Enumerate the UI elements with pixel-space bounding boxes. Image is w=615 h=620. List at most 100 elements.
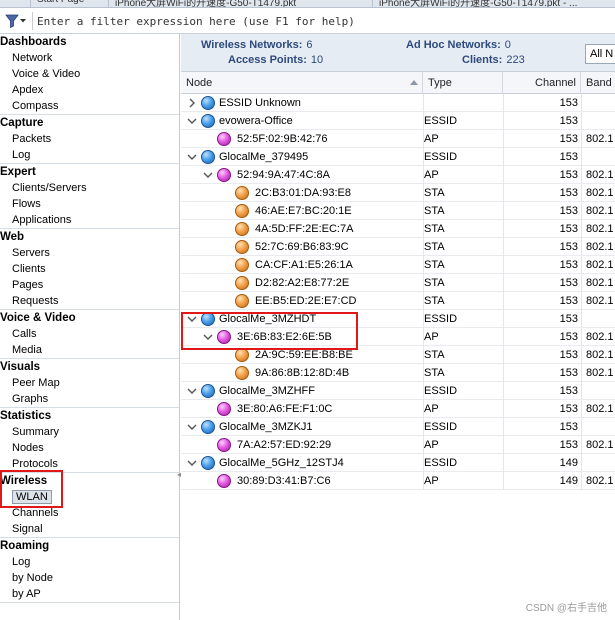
table-row[interactable]: ESSID Unknown 153 bbox=[181, 94, 615, 112]
column-header-channel[interactable]: Channel bbox=[503, 72, 581, 94]
table-row[interactable]: GlocalMe_5GHz_12STJ4 ESSID 149 bbox=[181, 454, 615, 472]
sidebar-item-nodes[interactable]: Nodes bbox=[0, 440, 179, 456]
all-networks-dropdown[interactable]: All N bbox=[585, 44, 615, 64]
table-row[interactable]: 30:89:D3:41:B7:C6 AP 149 802.1 bbox=[181, 472, 615, 490]
table-row[interactable]: D2:82:A2:E8:77:2E STA 153 802.1 bbox=[181, 274, 615, 292]
node-band: 802.1 bbox=[586, 259, 614, 271]
sidebar-item-packets[interactable]: Packets bbox=[0, 131, 179, 147]
filter-bar bbox=[0, 8, 615, 34]
sidebar-item-servers[interactable]: Servers bbox=[0, 245, 179, 261]
column-header-band[interactable]: Band bbox=[581, 72, 615, 94]
access-point-icon bbox=[217, 168, 231, 182]
node-band: 802.1 bbox=[586, 277, 614, 289]
column-divider bbox=[581, 328, 582, 346]
table-row[interactable]: GlocalMe_379495 ESSID 153 bbox=[181, 148, 615, 166]
clients-label: Clients: bbox=[462, 54, 503, 66]
table-row[interactable]: 46:AE:E7:BC:20:1E STA 153 802.1 bbox=[181, 202, 615, 220]
sidebar-item-apdex[interactable]: Apdex bbox=[0, 82, 179, 98]
access-point-icon bbox=[217, 438, 231, 452]
node-channel: 153 bbox=[559, 313, 578, 325]
tab-capture-file[interactable]: iPhone大屏WiFi的升速度-G50-T1479.pkt bbox=[108, 0, 296, 7]
table-row[interactable]: 4A:5D:FF:2E:EC:7A STA 153 802.1 bbox=[181, 220, 615, 238]
sidebar-item-flows[interactable]: Flows bbox=[0, 196, 179, 212]
node-band: 802.1 bbox=[586, 205, 614, 217]
column-divider bbox=[581, 454, 582, 472]
filter-menu-button[interactable] bbox=[2, 11, 30, 31]
sidebar-item-voice-video[interactable]: Voice & Video bbox=[0, 66, 179, 82]
column-header-node[interactable]: Node bbox=[181, 72, 423, 94]
sidebar-item-label: Calls bbox=[12, 328, 37, 340]
node-channel: 153 bbox=[559, 385, 578, 397]
node-channel: 149 bbox=[559, 475, 578, 487]
table-row[interactable]: 52:5F:02:9B:42:76 AP 153 802.1 bbox=[181, 130, 615, 148]
sidebar-item-clients-servers[interactable]: Clients/Servers bbox=[0, 180, 179, 196]
table-row[interactable]: 2C:B3:01:DA:93:E8 STA 153 802.1 bbox=[181, 184, 615, 202]
network-node-icon bbox=[201, 114, 215, 128]
sidebar-item-graphs[interactable]: Graphs bbox=[0, 391, 179, 407]
sidebar-item-label: Packets bbox=[12, 133, 52, 145]
sidebar-group-expert[interactable]: Expert bbox=[0, 164, 179, 180]
table-row[interactable]: GlocalMe_3MZKJ1 ESSID 153 bbox=[181, 418, 615, 436]
chevron-down-icon[interactable] bbox=[187, 152, 197, 162]
sidebar-item-media[interactable]: Media bbox=[0, 342, 179, 358]
sidebar-item-peer-map[interactable]: Peer Map bbox=[0, 375, 179, 391]
node-type: AP bbox=[424, 475, 439, 487]
table-row[interactable]: EE:B5:ED:2E:E7:CD STA 153 802.1 bbox=[181, 292, 615, 310]
sidebar-item-calls[interactable]: Calls bbox=[0, 326, 179, 342]
sidebar-item-log[interactable]: Log bbox=[0, 147, 179, 163]
sidebar-item-network[interactable]: Network bbox=[0, 50, 179, 66]
table-row[interactable]: evowera-Office ESSID 153 bbox=[181, 112, 615, 130]
column-divider bbox=[581, 256, 582, 274]
table-row[interactable]: CA:CF:A1:E5:26:1A STA 153 802.1 bbox=[181, 256, 615, 274]
sidebar-group-roaming[interactable]: Roaming bbox=[0, 538, 179, 554]
chevron-down-icon[interactable] bbox=[187, 386, 197, 396]
sidebar-item-compass[interactable]: Compass bbox=[0, 98, 179, 114]
sidebar-group-voice-video[interactable]: Voice & Video bbox=[0, 310, 179, 326]
node-type: ESSID bbox=[424, 115, 458, 127]
sidebar-group-capture[interactable]: Capture bbox=[0, 115, 179, 131]
sidebar-group-web[interactable]: Web bbox=[0, 229, 179, 245]
sidebar-item-label: Media bbox=[12, 344, 42, 356]
node-name: 30:89:D3:41:B7:C6 bbox=[237, 475, 331, 487]
chevron-down-icon[interactable] bbox=[187, 422, 197, 432]
node-band: 802.1 bbox=[586, 349, 614, 361]
sidebar-group-statistics[interactable]: Statistics bbox=[0, 408, 179, 424]
filter-expression-input[interactable] bbox=[32, 12, 612, 30]
clients-stat: Clients: 223 bbox=[462, 54, 525, 66]
tab-capture-file-2[interactable]: iPhone大屏WiFi的升速度-G50-T1479.pkt - ... bbox=[372, 0, 577, 7]
sidebar-item-applications[interactable]: Applications bbox=[0, 212, 179, 228]
sidebar-group-dashboards[interactable]: Dashboards bbox=[0, 34, 179, 50]
chevron-down-icon[interactable] bbox=[203, 170, 213, 180]
table-row[interactable]: 52:7C:69:B6:83:9C STA 153 802.1 bbox=[181, 238, 615, 256]
node-type: STA bbox=[424, 349, 445, 361]
tab-start-page[interactable]: Start Page bbox=[30, 0, 84, 7]
table-row[interactable]: 52:94:9A:47:4C:8A AP 153 802.1 bbox=[181, 166, 615, 184]
sidebar-item-signal[interactable]: Signal bbox=[0, 521, 179, 537]
node-type: STA bbox=[424, 241, 445, 253]
sidebar-item-requests[interactable]: Requests bbox=[0, 293, 179, 309]
node-band: 802.1 bbox=[586, 187, 614, 199]
chevron-right-icon[interactable] bbox=[187, 98, 197, 108]
column-divider bbox=[581, 418, 582, 436]
node-band: 802.1 bbox=[586, 439, 614, 451]
sidebar-group-visuals[interactable]: Visuals bbox=[0, 359, 179, 375]
node-channel: 153 bbox=[559, 241, 578, 253]
table-row[interactable]: 3E:80:A6:FE:F1:0C AP 153 802.1 bbox=[181, 400, 615, 418]
table-row[interactable]: GlocalMe_3MZHFF ESSID 153 bbox=[181, 382, 615, 400]
column-header-type[interactable]: Type bbox=[423, 72, 503, 94]
column-band-label: Band bbox=[586, 77, 612, 89]
sidebar-item-clients[interactable]: Clients bbox=[0, 261, 179, 277]
sidebar-item-summary[interactable]: Summary bbox=[0, 424, 179, 440]
sidebar-item-log[interactable]: Log bbox=[0, 554, 179, 570]
chevron-down-icon[interactable] bbox=[187, 116, 197, 126]
sidebar-item-pages[interactable]: Pages bbox=[0, 277, 179, 293]
sidebar-item-label: Summary bbox=[12, 426, 60, 438]
sidebar-item-by-node[interactable]: by Node bbox=[0, 570, 179, 586]
table-row[interactable]: 7A:A2:57:ED:92:29 AP 153 802.1 bbox=[181, 436, 615, 454]
station-node-icon bbox=[235, 366, 249, 380]
sidebar-item-label: Compass bbox=[12, 100, 59, 112]
sidebar-item-by-ap[interactable]: by AP bbox=[0, 586, 179, 602]
sidebar-item-label: Servers bbox=[12, 247, 50, 259]
chevron-down-icon[interactable] bbox=[187, 458, 197, 468]
table-row[interactable]: 9A:86:8B:12:8D:4B STA 153 802.1 bbox=[181, 364, 615, 382]
